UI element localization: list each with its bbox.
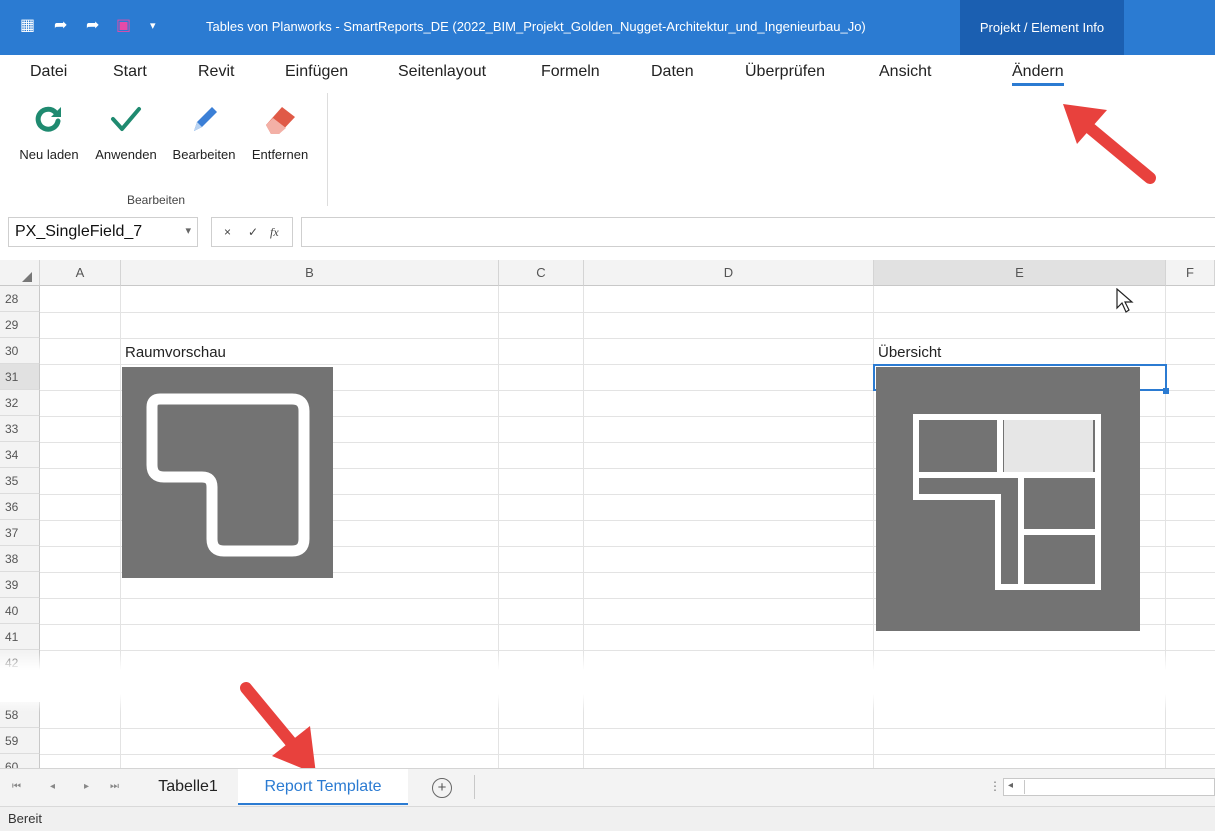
sheet-tab-tabelle1[interactable]: Tabelle1 xyxy=(140,769,236,805)
splitter-handle-icon[interactable]: ⋮ xyxy=(989,779,1001,793)
tabs-divider xyxy=(474,775,475,799)
menu-datei[interactable]: Datei xyxy=(30,63,67,81)
column-header-c[interactable]: C xyxy=(499,260,584,286)
fill-handle[interactable] xyxy=(1163,388,1169,394)
row-header-60[interactable]: 60 xyxy=(0,754,40,768)
insert-function-icon[interactable]: fx xyxy=(270,225,279,240)
row-header-35[interactable]: 35 xyxy=(0,468,40,494)
gridline xyxy=(40,754,1215,755)
pencil-icon xyxy=(194,107,217,131)
context-tab-projekt-element-info[interactable]: Projekt / Element Info xyxy=(960,0,1124,55)
column-header-a[interactable]: A xyxy=(40,260,121,286)
row-header-41[interactable]: 41 xyxy=(0,624,40,650)
save-icon[interactable]: ▣ xyxy=(116,16,131,36)
menu-daten[interactable]: Daten xyxy=(651,63,694,81)
column-header-f[interactable]: F xyxy=(1166,260,1215,286)
row-header-30[interactable]: 30 xyxy=(0,338,40,364)
row-header-33[interactable]: 33 xyxy=(0,416,40,442)
ribbon-group-separator xyxy=(327,93,328,206)
select-all-corner[interactable] xyxy=(0,260,40,286)
remove-button-label: Entfernen xyxy=(251,147,309,162)
column-header-b[interactable]: B xyxy=(121,260,499,286)
row-header-36[interactable]: 36 xyxy=(0,494,40,520)
chevron-down-icon[interactable]: ▾ xyxy=(185,224,191,237)
select-all-icon xyxy=(22,272,32,282)
menu-start[interactable]: Start xyxy=(113,63,147,81)
undo-icon[interactable]: ➦ xyxy=(54,16,67,36)
row-header-40[interactable]: 40 xyxy=(0,598,40,624)
row-header-37[interactable]: 37 xyxy=(0,520,40,546)
name-box-value: PX_SingleField_7 xyxy=(15,223,143,240)
edit-button[interactable]: Bearbeiten xyxy=(167,93,241,168)
apply-button-label: Anwenden xyxy=(95,147,157,162)
row-header-31[interactable]: 31 xyxy=(0,364,40,390)
prev-sheet-icon[interactable]: ◂ xyxy=(50,781,55,792)
column-header-e[interactable]: E xyxy=(874,260,1166,286)
row-header-28[interactable]: 28 xyxy=(0,286,40,312)
spreadsheet-grid[interactable]: A B C D E F 28 29 30 31 32 33 34 35 36 3… xyxy=(0,260,1215,768)
room-preview-image xyxy=(122,367,333,578)
ribbon: Neu laden Anwenden Bearbeiten Entfernen … xyxy=(0,93,1215,211)
checkmark-icon xyxy=(111,107,141,131)
annotation-arrow-icon xyxy=(240,682,316,774)
menu-seitenlayout[interactable]: Seitenlayout xyxy=(398,63,486,81)
scroll-gap-fade xyxy=(0,652,1215,712)
sheet-tabs-bar: ⏮ ◂ ▸ ⏭ Tabelle1 Report Template + ⋮ ◂ xyxy=(0,768,1215,807)
row-header-59[interactable]: 59 xyxy=(0,728,40,754)
horizontal-scrollbar[interactable]: ◂ xyxy=(1003,778,1215,796)
menu-einfuegen[interactable]: Einfügen xyxy=(285,63,348,81)
apply-button[interactable]: Anwenden xyxy=(89,93,163,168)
row-header-39[interactable]: 39 xyxy=(0,572,40,598)
row-header-32[interactable]: 32 xyxy=(0,390,40,416)
next-sheet-icon[interactable]: ▸ xyxy=(84,781,89,792)
scrollbar-divider xyxy=(1024,780,1025,794)
gridline xyxy=(40,650,1215,651)
column-header-d[interactable]: D xyxy=(584,260,874,286)
gridline xyxy=(40,312,1215,313)
ribbon-group-label: Bearbeiten xyxy=(127,193,186,207)
formula-bar: PX_SingleField_7 ▾ × ✓ fx xyxy=(0,211,1215,253)
sheet-tab-report-template[interactable]: Report Template xyxy=(238,769,408,805)
menu-aendern[interactable]: Ändern xyxy=(1012,63,1064,86)
reload-button-label: Neu laden xyxy=(19,147,79,162)
mouse-cursor-icon xyxy=(1116,288,1134,313)
edit-button-label: Bearbeiten xyxy=(172,147,236,162)
status-text: Bereit xyxy=(8,811,42,826)
menu-formeln[interactable]: Formeln xyxy=(541,63,600,81)
eraser-icon xyxy=(266,107,295,134)
formula-input[interactable] xyxy=(301,217,1215,247)
last-sheet-icon[interactable]: ⏭ xyxy=(110,781,119,792)
annotation-arrow-icon xyxy=(1063,104,1156,184)
menu-ansicht[interactable]: Ansicht xyxy=(879,63,931,81)
cancel-formula-icon[interactable]: × xyxy=(224,225,231,239)
menu-ueberpruefen[interactable]: Überprüfen xyxy=(745,63,825,81)
gridline xyxy=(40,338,1215,339)
status-bar: Bereit xyxy=(0,806,1215,831)
reload-button[interactable]: Neu laden xyxy=(15,93,83,168)
first-sheet-icon[interactable]: ⏮ xyxy=(12,781,21,792)
window-title: Tables von Planworks - SmartReports_DE (… xyxy=(206,19,866,34)
redo-icon[interactable]: ➦ xyxy=(86,16,99,36)
table-icon[interactable]: ▦ xyxy=(20,16,35,36)
overview-image xyxy=(876,367,1140,631)
scroll-left-icon[interactable]: ◂ xyxy=(1008,780,1013,791)
formula-buttons: × ✓ fx xyxy=(211,217,293,247)
name-box[interactable]: PX_SingleField_7 ▾ xyxy=(8,217,198,247)
remove-button[interactable]: Entfernen xyxy=(245,93,315,168)
menu-bar: Datei Start Revit Einfügen Seitenlayout … xyxy=(0,55,1215,93)
title-bar: ▦ ➦ ➦ ▣ ▾ Tables von Planworks - SmartRe… xyxy=(0,0,1215,55)
row-header-38[interactable]: 38 xyxy=(0,546,40,572)
add-sheet-icon[interactable]: + xyxy=(432,778,452,798)
row-header-34[interactable]: 34 xyxy=(0,442,40,468)
row-header-29[interactable]: 29 xyxy=(0,312,40,338)
customize-toolbar-icon[interactable]: ▾ xyxy=(150,16,156,36)
gridline xyxy=(40,728,1215,729)
confirm-formula-icon[interactable]: ✓ xyxy=(248,225,258,239)
refresh-icon xyxy=(35,106,61,132)
cell-e30[interactable]: Übersicht xyxy=(878,344,941,361)
menu-revit[interactable]: Revit xyxy=(198,63,234,81)
cell-b30[interactable]: Raumvorschau xyxy=(125,344,226,361)
